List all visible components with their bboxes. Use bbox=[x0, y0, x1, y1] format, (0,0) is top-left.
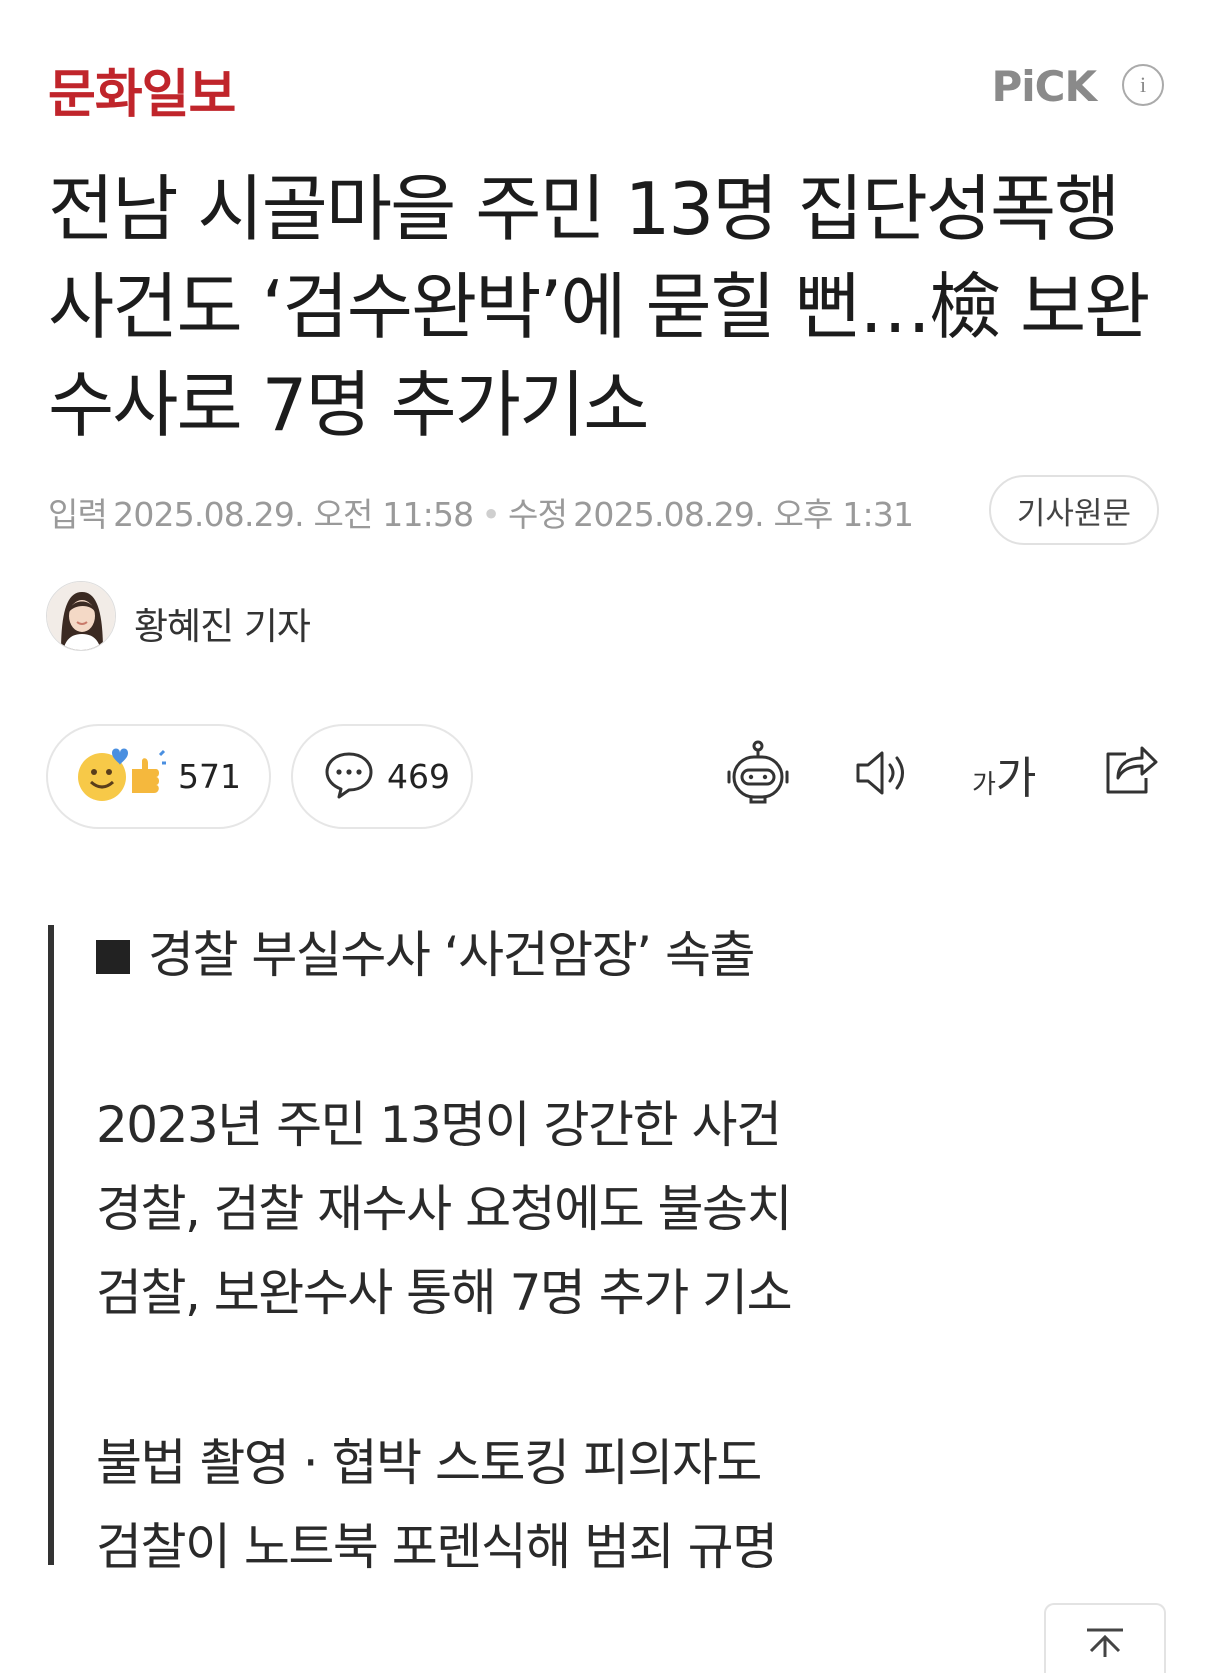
author-avatar[interactable] bbox=[46, 581, 116, 651]
brand-logo[interactable]: 문화일보 bbox=[48, 52, 236, 127]
info-label: i bbox=[1139, 72, 1147, 97]
square-bullet-icon bbox=[96, 940, 130, 974]
font-size-icon[interactable]: 가가 bbox=[972, 742, 1036, 806]
modified-time: 2025.08.29. 오후 1:31 bbox=[573, 495, 914, 534]
author-name[interactable]: 황혜진 기자 bbox=[134, 596, 311, 650]
input-label: 입력 bbox=[48, 495, 108, 534]
summary-line: 검찰, 보완수사 통해 7명 추가 기소 bbox=[96, 1264, 793, 1322]
summary-line: 불법 촬영 · 협박 스토킹 피의자도 bbox=[96, 1434, 762, 1492]
comment-bubble-icon bbox=[323, 750, 375, 804]
speaker-icon[interactable] bbox=[852, 745, 912, 805]
comment-button[interactable]: 469 bbox=[291, 724, 473, 829]
scroll-top-icon bbox=[1083, 1627, 1127, 1673]
summary-line: 2023년 주민 13명이 강간한 사건 bbox=[96, 1096, 782, 1154]
summary-line: 경찰, 검찰 재수사 요청에도 불송치 bbox=[96, 1180, 792, 1238]
article-summary: 경찰 부실수사 ‘사건암장’ 속출 2023년 주민 13명이 강간한 사건 경… bbox=[48, 925, 854, 1576]
comment-count: 469 bbox=[387, 757, 450, 796]
share-icon[interactable] bbox=[1100, 742, 1160, 802]
scroll-top-button[interactable] bbox=[1044, 1603, 1166, 1673]
font-size-large: 가 bbox=[995, 753, 1037, 804]
summary-line: 검찰이 노트북 포렌식해 범죄 규명 bbox=[96, 1518, 778, 1576]
font-size-small: 가 bbox=[972, 770, 996, 800]
article-meta: 입력 2025.08.29. 오전 11:58 • 수정 2025.08.29. 오후 … bbox=[48, 488, 914, 536]
reaction-button[interactable]: 571 bbox=[46, 724, 271, 829]
robot-icon[interactable] bbox=[725, 740, 791, 810]
modified-label: 수정 bbox=[508, 495, 568, 534]
reaction-count: 571 bbox=[178, 757, 241, 796]
article-title: 전남 시골마을 주민 13명 집단성폭행 사건도 ‘검수완박’에 묻힐 뻔…檢 … bbox=[48, 167, 1150, 447]
summary-heading-text: 경찰 부실수사 ‘사건암장’ 속출 bbox=[148, 926, 755, 984]
summary-heading: 경찰 부실수사 ‘사건암장’ 속출 bbox=[96, 915, 755, 987]
info-icon[interactable]: i bbox=[1122, 64, 1164, 106]
meta-separator: • bbox=[481, 495, 501, 534]
original-article-button[interactable]: 기사원문 bbox=[988, 475, 1159, 545]
input-time: 2025.08.29. 오전 11:58 bbox=[113, 495, 474, 534]
like-emoji-icon bbox=[76, 747, 166, 807]
pick-label[interactable]: PiCK bbox=[991, 62, 1097, 111]
